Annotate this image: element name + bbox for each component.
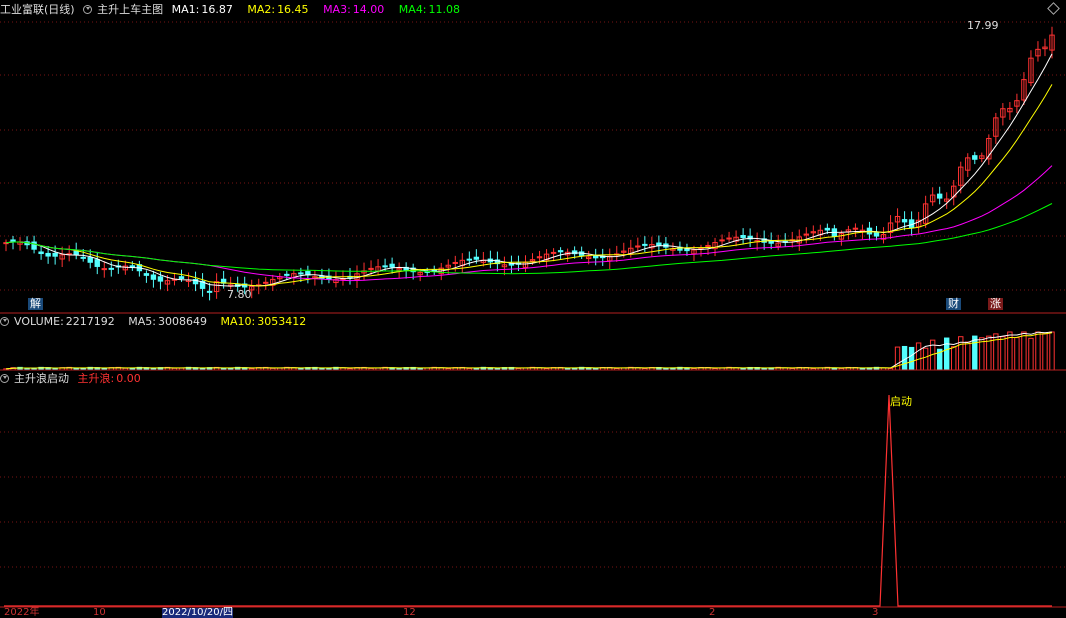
candle-body — [768, 240, 774, 244]
high-price-label: 17.99 — [967, 19, 999, 32]
candle-body — [852, 227, 859, 230]
volume-bar — [972, 335, 978, 371]
volume-bar — [965, 341, 971, 371]
candle-body — [719, 239, 725, 242]
volume-bar — [1042, 333, 1048, 371]
x-axis-label-10: 10 — [93, 607, 106, 618]
candlesticks — [3, 26, 1055, 301]
x-axis-label-year: 2022年 — [4, 607, 40, 618]
signal-indicator-name[interactable]: 主升浪启动 — [14, 372, 69, 385]
volume-bar — [951, 346, 957, 371]
volume-bar — [922, 347, 929, 371]
candle-body — [635, 245, 641, 248]
candle-body — [656, 242, 662, 247]
indicator-menu-icon[interactable] — [83, 5, 93, 14]
candle-body — [73, 250, 79, 256]
signal-line — [4, 394, 1052, 607]
volume-bar — [1049, 331, 1055, 371]
candle-body — [10, 239, 16, 242]
event-tag-zhang[interactable]: 涨 — [988, 298, 1003, 310]
signal-panel-header: 主升浪启动 主升浪: 0.00 — [0, 371, 151, 387]
main-panel-header: 工业富联(日线) 主升上车主图 MA1: 16.87 MA2: 16.45 MA3:… — [0, 2, 465, 18]
candle-body — [642, 243, 648, 246]
candle-body — [263, 281, 269, 284]
kline-chart[interactable] — [0, 0, 1066, 618]
main-indicator-name[interactable]: 主升上车主图 — [97, 3, 163, 16]
event-tag-jie[interactable]: 解 — [28, 298, 43, 310]
ma-line — [5, 53, 1053, 287]
candle-body — [473, 256, 480, 260]
x-axis-cursor-date: 2022/10/20/四 — [162, 607, 234, 618]
candle-body — [101, 268, 107, 271]
volume-menu-icon[interactable] — [0, 317, 9, 326]
ma-line — [5, 84, 1053, 287]
candle-body — [38, 251, 44, 255]
candle-body — [206, 290, 213, 293]
volume-bar — [943, 337, 950, 371]
candle-body — [901, 219, 908, 223]
candle-body — [803, 233, 809, 236]
ma1-label: MA1: 16.87 — [171, 3, 233, 16]
candle-body — [178, 276, 185, 280]
candle-body — [45, 252, 51, 257]
volume-bar — [958, 336, 964, 371]
candle-body — [284, 273, 290, 276]
x-axis-label-3: 3 — [872, 607, 879, 618]
volume-bar — [1028, 337, 1034, 371]
candle-body — [936, 193, 943, 199]
candle-body — [550, 251, 557, 254]
candle-body — [108, 267, 115, 270]
candle-body — [80, 256, 86, 259]
candle-body — [382, 265, 388, 268]
candle-body — [31, 241, 37, 250]
volume-bar — [908, 346, 915, 371]
candle-body — [143, 273, 150, 276]
candle-body — [557, 250, 564, 253]
vol-ma5-label: MA5: 3008649 — [128, 315, 208, 328]
candle-body — [452, 261, 458, 264]
candle-body — [873, 232, 880, 237]
candle-body — [740, 235, 746, 239]
candle-body — [466, 258, 473, 261]
volume-bar — [915, 342, 922, 371]
x-axis-label-2: 2 — [709, 607, 716, 618]
candle-body — [726, 237, 732, 240]
candle-body — [824, 227, 831, 231]
ma2-label: MA2: 16.45 — [247, 3, 309, 16]
low-price-label: 7.80 — [227, 288, 252, 301]
stock-name[interactable]: 工业富联 — [0, 3, 44, 16]
candle-body — [94, 259, 100, 267]
x-axis-label-12: 12 — [403, 607, 416, 618]
volume-bar — [1014, 337, 1020, 371]
grid-lines — [0, 21, 1066, 568]
ma3-label: MA3: 14.00 — [323, 3, 385, 16]
volume-bar — [979, 337, 985, 371]
volume-bar — [1021, 331, 1027, 371]
candle-body — [157, 276, 164, 282]
volume-panel-header: VOLUME: 2217192 MA5: 3008649 MA10: 3053412 — [0, 314, 316, 330]
candle-body — [298, 272, 304, 275]
vol-ma10-label: MA10: 3053412 — [220, 315, 307, 328]
candle-body — [368, 267, 374, 270]
volume-bar — [1035, 331, 1041, 371]
signal-series-label: 主升浪: 0.00 — [77, 372, 141, 385]
period-label[interactable]: (日线) — [44, 3, 75, 16]
volume-bar — [1000, 336, 1006, 371]
ma4-label: MA4: 11.08 — [398, 3, 461, 16]
signal-start-label: 启动 — [890, 395, 912, 408]
event-tag-cai[interactable]: 财 — [946, 298, 961, 310]
candle-body — [87, 256, 93, 263]
signal-series-line — [4, 394, 1052, 607]
candle-body — [389, 263, 395, 268]
candle-body — [52, 252, 58, 257]
signal-menu-icon[interactable] — [0, 374, 9, 383]
volume-label: VOLUME: 2217192 — [14, 315, 115, 328]
ma-lines — [5, 53, 1053, 287]
candle-body — [150, 274, 157, 280]
candle-body — [972, 155, 978, 160]
